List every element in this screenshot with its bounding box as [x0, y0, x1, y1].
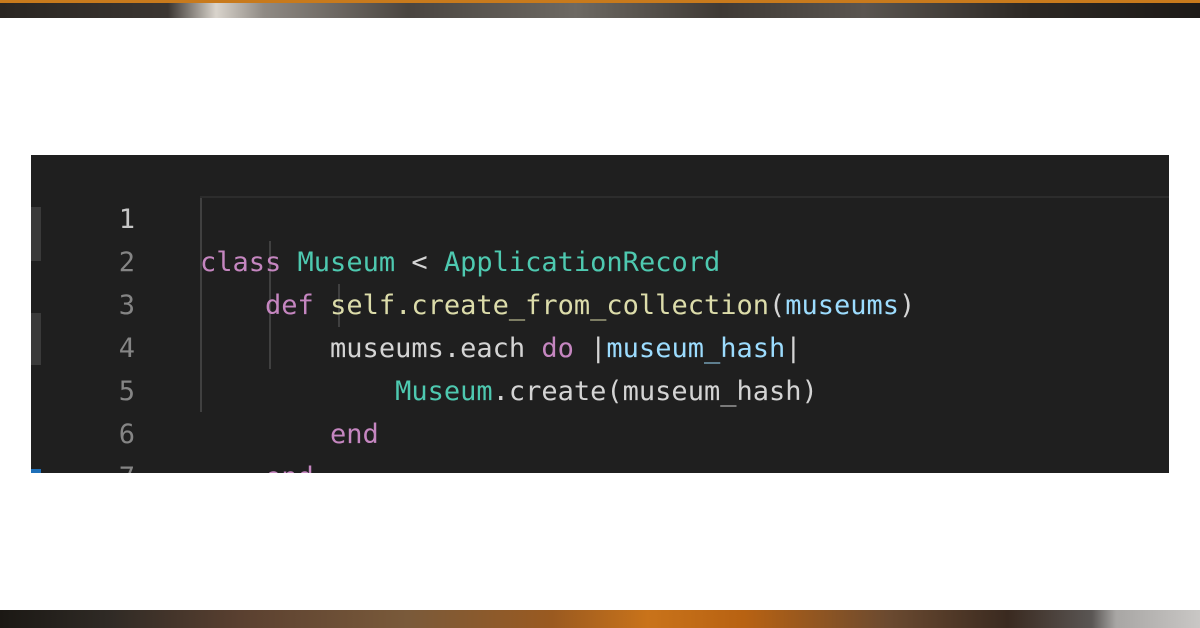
background-photo-top	[0, 0, 1200, 18]
code-line[interactable]: 3 museums.each do |museum_hash|	[31, 241, 1169, 364]
code-line[interactable]: 1 class Museum < ApplicationRecord	[31, 155, 1169, 278]
code-line[interactable]: 2 def self.create_from_collection(museum…	[31, 198, 1169, 321]
code-line[interactable]: 5 end	[31, 327, 1169, 450]
background-photo-bottom	[0, 610, 1200, 628]
code-editor[interactable]: 1 class Museum < ApplicationRecord 2 def…	[31, 155, 1169, 473]
code-line[interactable]: 4 Museum.create(museum_hash)	[31, 284, 1169, 407]
code-line[interactable]: 8	[31, 456, 1169, 473]
code-line[interactable]: 7 end	[31, 413, 1169, 473]
code-line[interactable]: 6 end	[31, 370, 1169, 473]
